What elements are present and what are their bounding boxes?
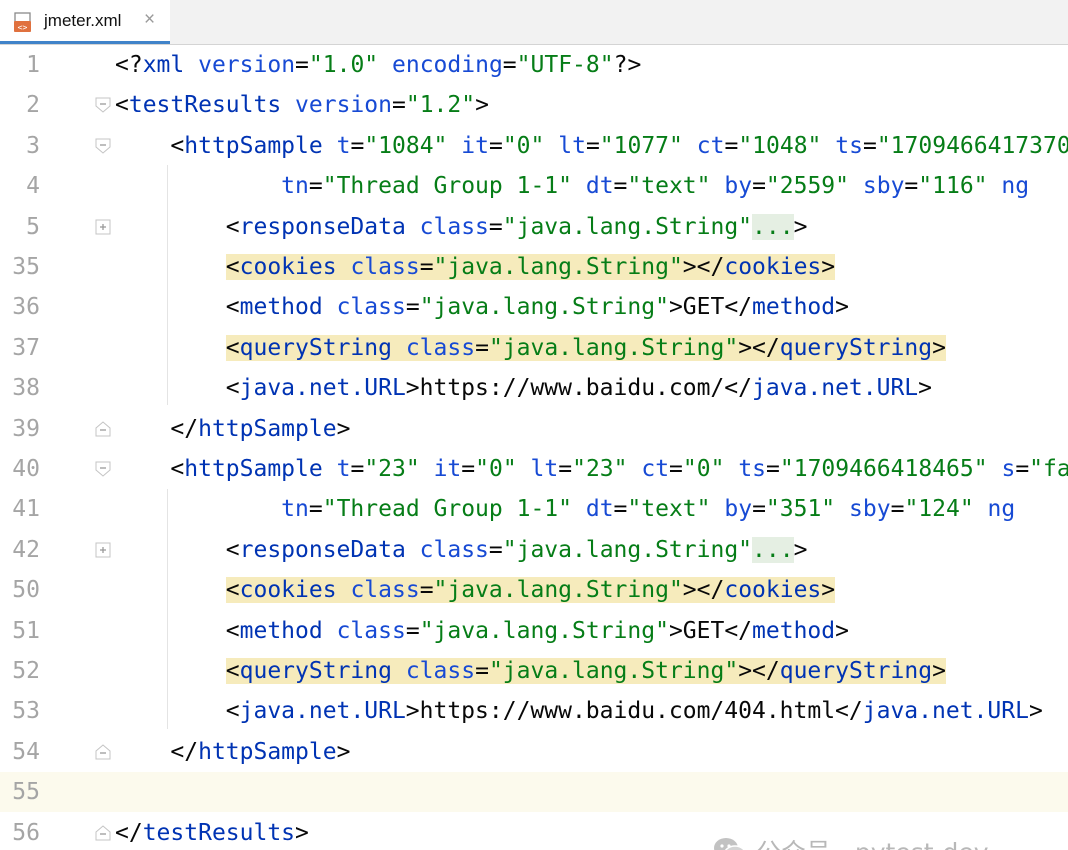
line-number: 50 — [12, 577, 40, 604]
line-number: 38 — [12, 375, 40, 402]
code-line[interactable]: 41 tn="Thread Group 1-1" dt="text" by="3… — [0, 489, 1068, 529]
line-number: 3 — [26, 132, 40, 159]
line-number: 36 — [12, 294, 40, 321]
code-text: <testResults version="1.2"> — [115, 92, 489, 119]
line-number: 56 — [12, 819, 40, 846]
code-text: </httpSample> — [115, 738, 351, 765]
code-text: <method class="java.lang.String">GET</me… — [115, 617, 849, 644]
watermark: 公众号 · pytest-dev — [712, 833, 989, 850]
code-text: </httpSample> — [115, 415, 351, 442]
line-number: 39 — [12, 415, 40, 442]
code-text: tn="Thread Group 1-1" dt="text" by="351"… — [281, 496, 1016, 523]
code-line[interactable]: 42 <responseData class="java.lang.String… — [0, 530, 1068, 570]
xml-file-icon: <> — [14, 12, 34, 34]
fold-open-icon[interactable] — [94, 460, 112, 478]
code-text: <java.net.URL>https://www.baidu.com/</ja… — [115, 375, 933, 402]
line-number: 5 — [26, 213, 40, 240]
line-number: 1 — [26, 52, 40, 78]
line-number: 51 — [12, 617, 40, 644]
code-line[interactable]: 3 <httpSample t="1084" it="0" lt="1077" … — [0, 126, 1068, 166]
line-number: 37 — [12, 334, 40, 361]
code-line[interactable]: 36 <method class="java.lang.String">GET<… — [0, 287, 1068, 327]
fold-end-icon[interactable] — [94, 420, 112, 438]
code-line[interactable]: 55 — [0, 772, 1068, 813]
code-line[interactable]: 1 <?xml version="1.0" encoding="UTF-8"?> — [0, 45, 1068, 85]
line-number: 53 — [12, 698, 40, 725]
code-line[interactable]: 2 <testResults version="1.2"> — [0, 85, 1068, 125]
code-line[interactable]: 50 <cookies class="java.lang.String"></c… — [0, 570, 1068, 610]
line-number: 2 — [26, 92, 40, 119]
code-line[interactable]: 53 <java.net.URL>https://www.baidu.com/4… — [0, 691, 1068, 731]
code-line[interactable]: 39 </httpSample> — [0, 409, 1068, 449]
fold-end-icon[interactable] — [94, 743, 112, 761]
code-text: <queryString class="java.lang.String"></… — [225, 658, 946, 684]
tab-jmeter-xml[interactable]: <> jmeter.xml × — [0, 0, 170, 44]
fold-end-icon[interactable] — [94, 824, 112, 842]
code-text: <httpSample t="1084" it="0" lt="1077" ct… — [115, 132, 1068, 159]
code-line[interactable]: 51 <method class="java.lang.String">GET<… — [0, 611, 1068, 651]
code-text: tn="Thread Group 1-1" dt="text" by="2559… — [281, 173, 1030, 200]
code-text: <httpSample t="23" it="0" lt="23" ct="0"… — [115, 456, 1068, 482]
line-number: 55 — [12, 779, 40, 806]
line-number: 52 — [12, 658, 40, 684]
fold-open-icon[interactable] — [94, 137, 112, 155]
code-line[interactable]: 35 <cookies class="java.lang.String"></c… — [0, 247, 1068, 287]
code-line[interactable]: 38 <java.net.URL>https://www.baidu.com/<… — [0, 368, 1068, 408]
code-line[interactable]: 40 <httpSample t="23" it="0" lt="23" ct=… — [0, 449, 1068, 489]
code-editor[interactable]: 1 <?xml version="1.0" encoding="UTF-8"?> 2… — [0, 45, 1068, 850]
code-text: <cookies class="java.lang.String"></cook… — [225, 254, 836, 280]
code-text: <method class="java.lang.String">GET</me… — [115, 294, 849, 321]
code-text: <cookies class="java.lang.String"></cook… — [225, 577, 836, 604]
line-number: 35 — [12, 254, 40, 280]
wechat-icon — [714, 838, 746, 850]
fold-open-icon[interactable] — [94, 96, 112, 114]
indent-guide — [167, 489, 168, 729]
fold-expand-icon[interactable] — [94, 541, 112, 559]
code-text: <responseData class="java.lang.String"..… — [115, 536, 808, 563]
code-line[interactable]: 37 <queryString class="java.lang.String"… — [0, 328, 1068, 368]
line-number: 41 — [12, 496, 40, 523]
code-text: <queryString class="java.lang.String"></… — [225, 334, 946, 361]
fold-expand-icon[interactable] — [94, 218, 112, 236]
code-text: </testResults> — [115, 819, 309, 846]
line-number: 4 — [26, 173, 40, 200]
code-line[interactable]: 52 <queryString class="java.lang.String"… — [0, 651, 1068, 691]
code-line[interactable]: 54 </httpSample> — [0, 732, 1068, 772]
editor-tab-bar: <> jmeter.xml × — [0, 0, 1068, 45]
code-text: <?xml version="1.0" encoding="UTF-8"?> — [115, 52, 642, 78]
indent-guide — [167, 165, 168, 405]
line-number: 42 — [12, 536, 40, 563]
svg-text:<>: <> — [18, 23, 28, 32]
close-icon[interactable]: × — [144, 9, 155, 31]
code-line[interactable]: 5 <responseData class="java.lang.String"… — [0, 207, 1068, 247]
line-number: 40 — [12, 456, 40, 482]
line-number: 54 — [12, 738, 40, 765]
code-text: <java.net.URL>https://www.baidu.com/404.… — [115, 698, 1043, 725]
code-line[interactable]: 4 tn="Thread Group 1-1" dt="text" by="25… — [0, 166, 1068, 206]
tab-label: jmeter.xml — [44, 11, 122, 30]
watermark-text: 公众号 · pytest-dev — [756, 833, 989, 850]
code-text: <responseData class="java.lang.String"..… — [115, 213, 808, 240]
